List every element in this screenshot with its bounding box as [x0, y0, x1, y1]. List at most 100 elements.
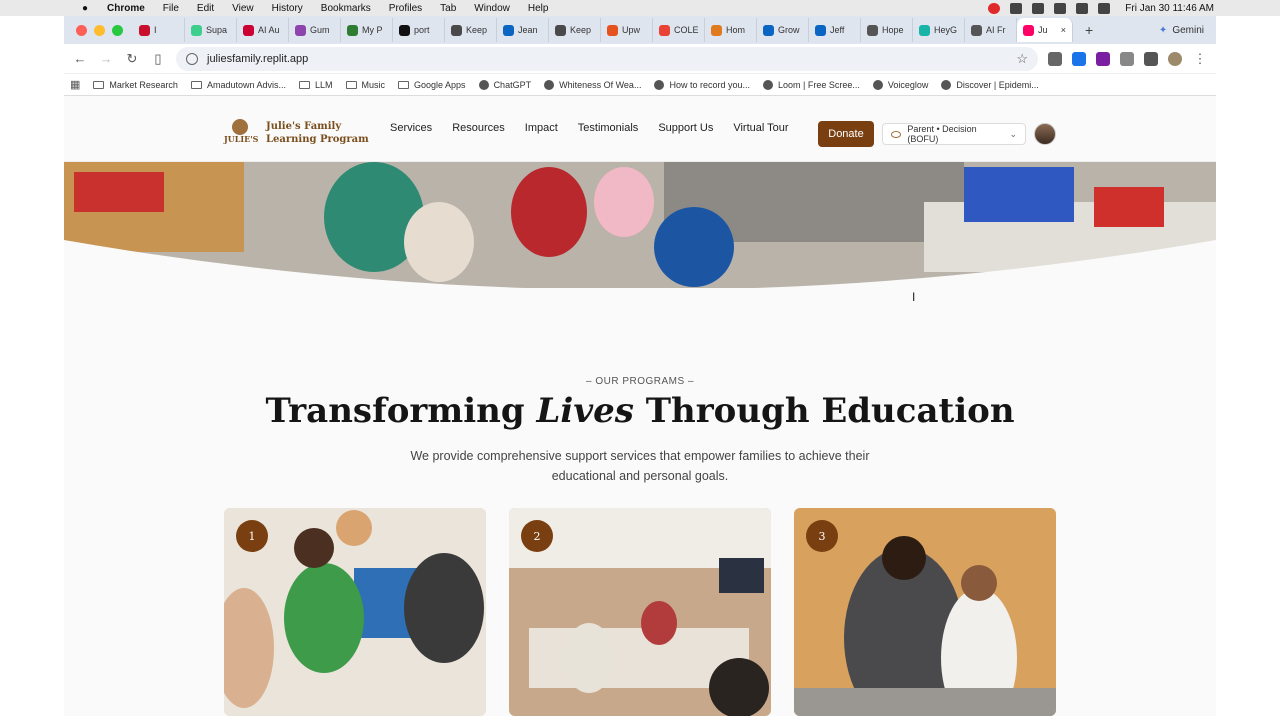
browser-tab[interactable]: Hope	[861, 18, 913, 42]
browser-tab[interactable]: Grow	[757, 18, 809, 42]
persona-select[interactable]: Parent • Decision (BOFU) ⌄	[882, 123, 1026, 145]
extension-icon[interactable]	[1096, 51, 1110, 66]
nav-resources[interactable]: Resources	[452, 122, 505, 134]
donate-button[interactable]: Donate	[818, 121, 874, 147]
tab-label: Hom	[726, 25, 746, 35]
browser-tab[interactable]: Ju ×	[1017, 18, 1073, 42]
minimize-window-button[interactable]	[94, 24, 105, 36]
tab-favicon-icon	[607, 24, 618, 36]
extension-icon[interactable]	[1072, 51, 1086, 66]
bookmark-item[interactable]: LLM	[298, 80, 333, 90]
tab-label: My P	[362, 25, 383, 35]
browser-tab[interactable]: Jean	[497, 18, 549, 42]
tab-label: Jean	[518, 25, 538, 35]
extensions-puzzle-icon[interactable]	[1120, 51, 1134, 66]
program-card[interactable]: 3	[794, 508, 1056, 716]
forward-button[interactable]: →	[98, 51, 114, 66]
menu-tab[interactable]: Tab	[431, 3, 465, 14]
browser-tab[interactable]: port	[393, 18, 445, 42]
browser-tab[interactable]: AI Fr	[965, 18, 1017, 42]
new-tab-button[interactable]: +	[1073, 22, 1105, 38]
close-tab-icon[interactable]: ×	[1061, 25, 1066, 35]
nav-impact[interactable]: Impact	[525, 122, 558, 134]
browser-tab[interactable]: Jeff	[809, 18, 861, 42]
menu-profiles[interactable]: Profiles	[380, 3, 431, 14]
menu-bookmarks[interactable]: Bookmarks	[312, 3, 380, 14]
browser-tab[interactable]: My P	[341, 18, 393, 42]
bookmark-star-icon[interactable]: ☆	[1016, 51, 1028, 67]
apple-icon[interactable]: ●	[78, 3, 92, 14]
browser-tab[interactable]: Supa	[185, 18, 237, 42]
bookmark-item[interactable]: Whiteness Of Wea...	[544, 79, 641, 90]
status-icon[interactable]	[1054, 2, 1066, 14]
bookmark-label: ChatGPT	[493, 79, 532, 90]
browser-tab[interactable]: Hom	[705, 18, 757, 42]
browser-tab[interactable]: Keep	[445, 18, 497, 42]
apps-grid-icon[interactable]: ▦	[70, 78, 80, 91]
nav-virtual-tour[interactable]: Virtual Tour	[733, 122, 788, 134]
tab-favicon-icon	[919, 24, 930, 36]
status-icon[interactable]	[1010, 2, 1022, 14]
folder-icon	[93, 80, 105, 89]
browser-tab[interactable]: AI Au	[237, 18, 289, 42]
tab-strip: I Supa AI Au Gum My P port Keep Jean Keep Upw COLE…	[64, 16, 1216, 44]
menu-history[interactable]: History	[263, 3, 312, 14]
profile-avatar[interactable]	[1168, 51, 1182, 66]
menu-window[interactable]: Window	[465, 3, 519, 14]
bookmark-label: Amadutown Advis...	[206, 79, 286, 90]
back-button[interactable]: ←	[72, 51, 88, 66]
section-title: Transforming Lives Through Education	[265, 391, 1015, 431]
nav-testimonials[interactable]: Testimonials	[578, 122, 639, 134]
program-card[interactable]: 2	[509, 508, 771, 716]
bookmark-favicon-icon	[872, 79, 883, 90]
browser-tab[interactable]: Gum	[289, 18, 341, 42]
status-icon[interactable]	[1032, 2, 1044, 14]
bookmark-item[interactable]: Market Research	[93, 80, 178, 90]
extension-icon[interactable]	[1048, 51, 1062, 66]
browser-tab[interactable]: Upw	[601, 18, 653, 42]
address-bar[interactable]: juliesfamily.replit.app ☆	[176, 46, 1038, 71]
record-icon[interactable]	[988, 2, 1000, 14]
browser-tab[interactable]: I	[133, 18, 185, 42]
bookmark-item[interactable]: Discover | Epidemi...	[941, 79, 1039, 90]
menu-help[interactable]: Help	[519, 3, 558, 14]
tab-favicon-icon	[295, 24, 306, 36]
bookmark-item[interactable]: ChatGPT	[478, 79, 532, 90]
bookmark-item[interactable]: Music	[345, 80, 385, 90]
site-logo[interactable]: JULIE'S Julie's Family Learning Program	[224, 117, 369, 149]
bookmark-item[interactable]: Voiceglow	[872, 79, 928, 90]
close-window-button[interactable]	[76, 24, 87, 36]
gemini-button[interactable]: ✦ Gemini	[1159, 25, 1204, 36]
window-controls	[76, 24, 123, 36]
browser-tab[interactable]: Keep	[549, 18, 601, 42]
browser-tab[interactable]: HeyG	[913, 18, 965, 42]
side-panel-button[interactable]: ▯	[150, 51, 166, 67]
zoom-window-button[interactable]	[112, 24, 123, 36]
kebab-menu-icon[interactable]: ⋮	[1192, 51, 1208, 67]
tab-favicon-icon	[191, 24, 202, 36]
download-icon[interactable]	[1144, 51, 1158, 66]
user-avatar[interactable]	[1034, 123, 1056, 145]
menu-app[interactable]: Chrome	[98, 3, 154, 14]
nav-services[interactable]: Services	[390, 122, 432, 134]
menu-view[interactable]: View	[223, 3, 263, 14]
bookmark-favicon-icon	[763, 79, 773, 90]
bookmark-item[interactable]: Google Apps	[398, 80, 466, 90]
browser-toolbar: ← → ↻ ▯ juliesfamily.replit.app ☆ ⋮	[64, 44, 1216, 74]
search-icon[interactable]	[1098, 2, 1110, 14]
wifi-icon[interactable]	[1076, 2, 1088, 14]
menu-file[interactable]: File	[154, 3, 188, 14]
menu-edit[interactable]: Edit	[188, 3, 223, 14]
bookmark-label: Discover | Epidemi...	[956, 79, 1039, 90]
bookmark-item[interactable]: Loom | Free Scree...	[763, 79, 860, 90]
tab-label: Hope	[882, 25, 904, 35]
program-card[interactable]: 1	[224, 508, 486, 716]
site-info-icon[interactable]	[186, 52, 198, 65]
bookmark-item[interactable]: How to record you...	[654, 79, 750, 90]
reload-button[interactable]: ↻	[124, 51, 140, 67]
bookmark-favicon-icon	[654, 79, 665, 90]
tab-label: I	[154, 25, 157, 35]
nav-support-us[interactable]: Support Us	[658, 122, 713, 134]
browser-tab[interactable]: COLE	[653, 18, 705, 42]
bookmark-item[interactable]: Amadutown Advis...	[190, 79, 286, 90]
